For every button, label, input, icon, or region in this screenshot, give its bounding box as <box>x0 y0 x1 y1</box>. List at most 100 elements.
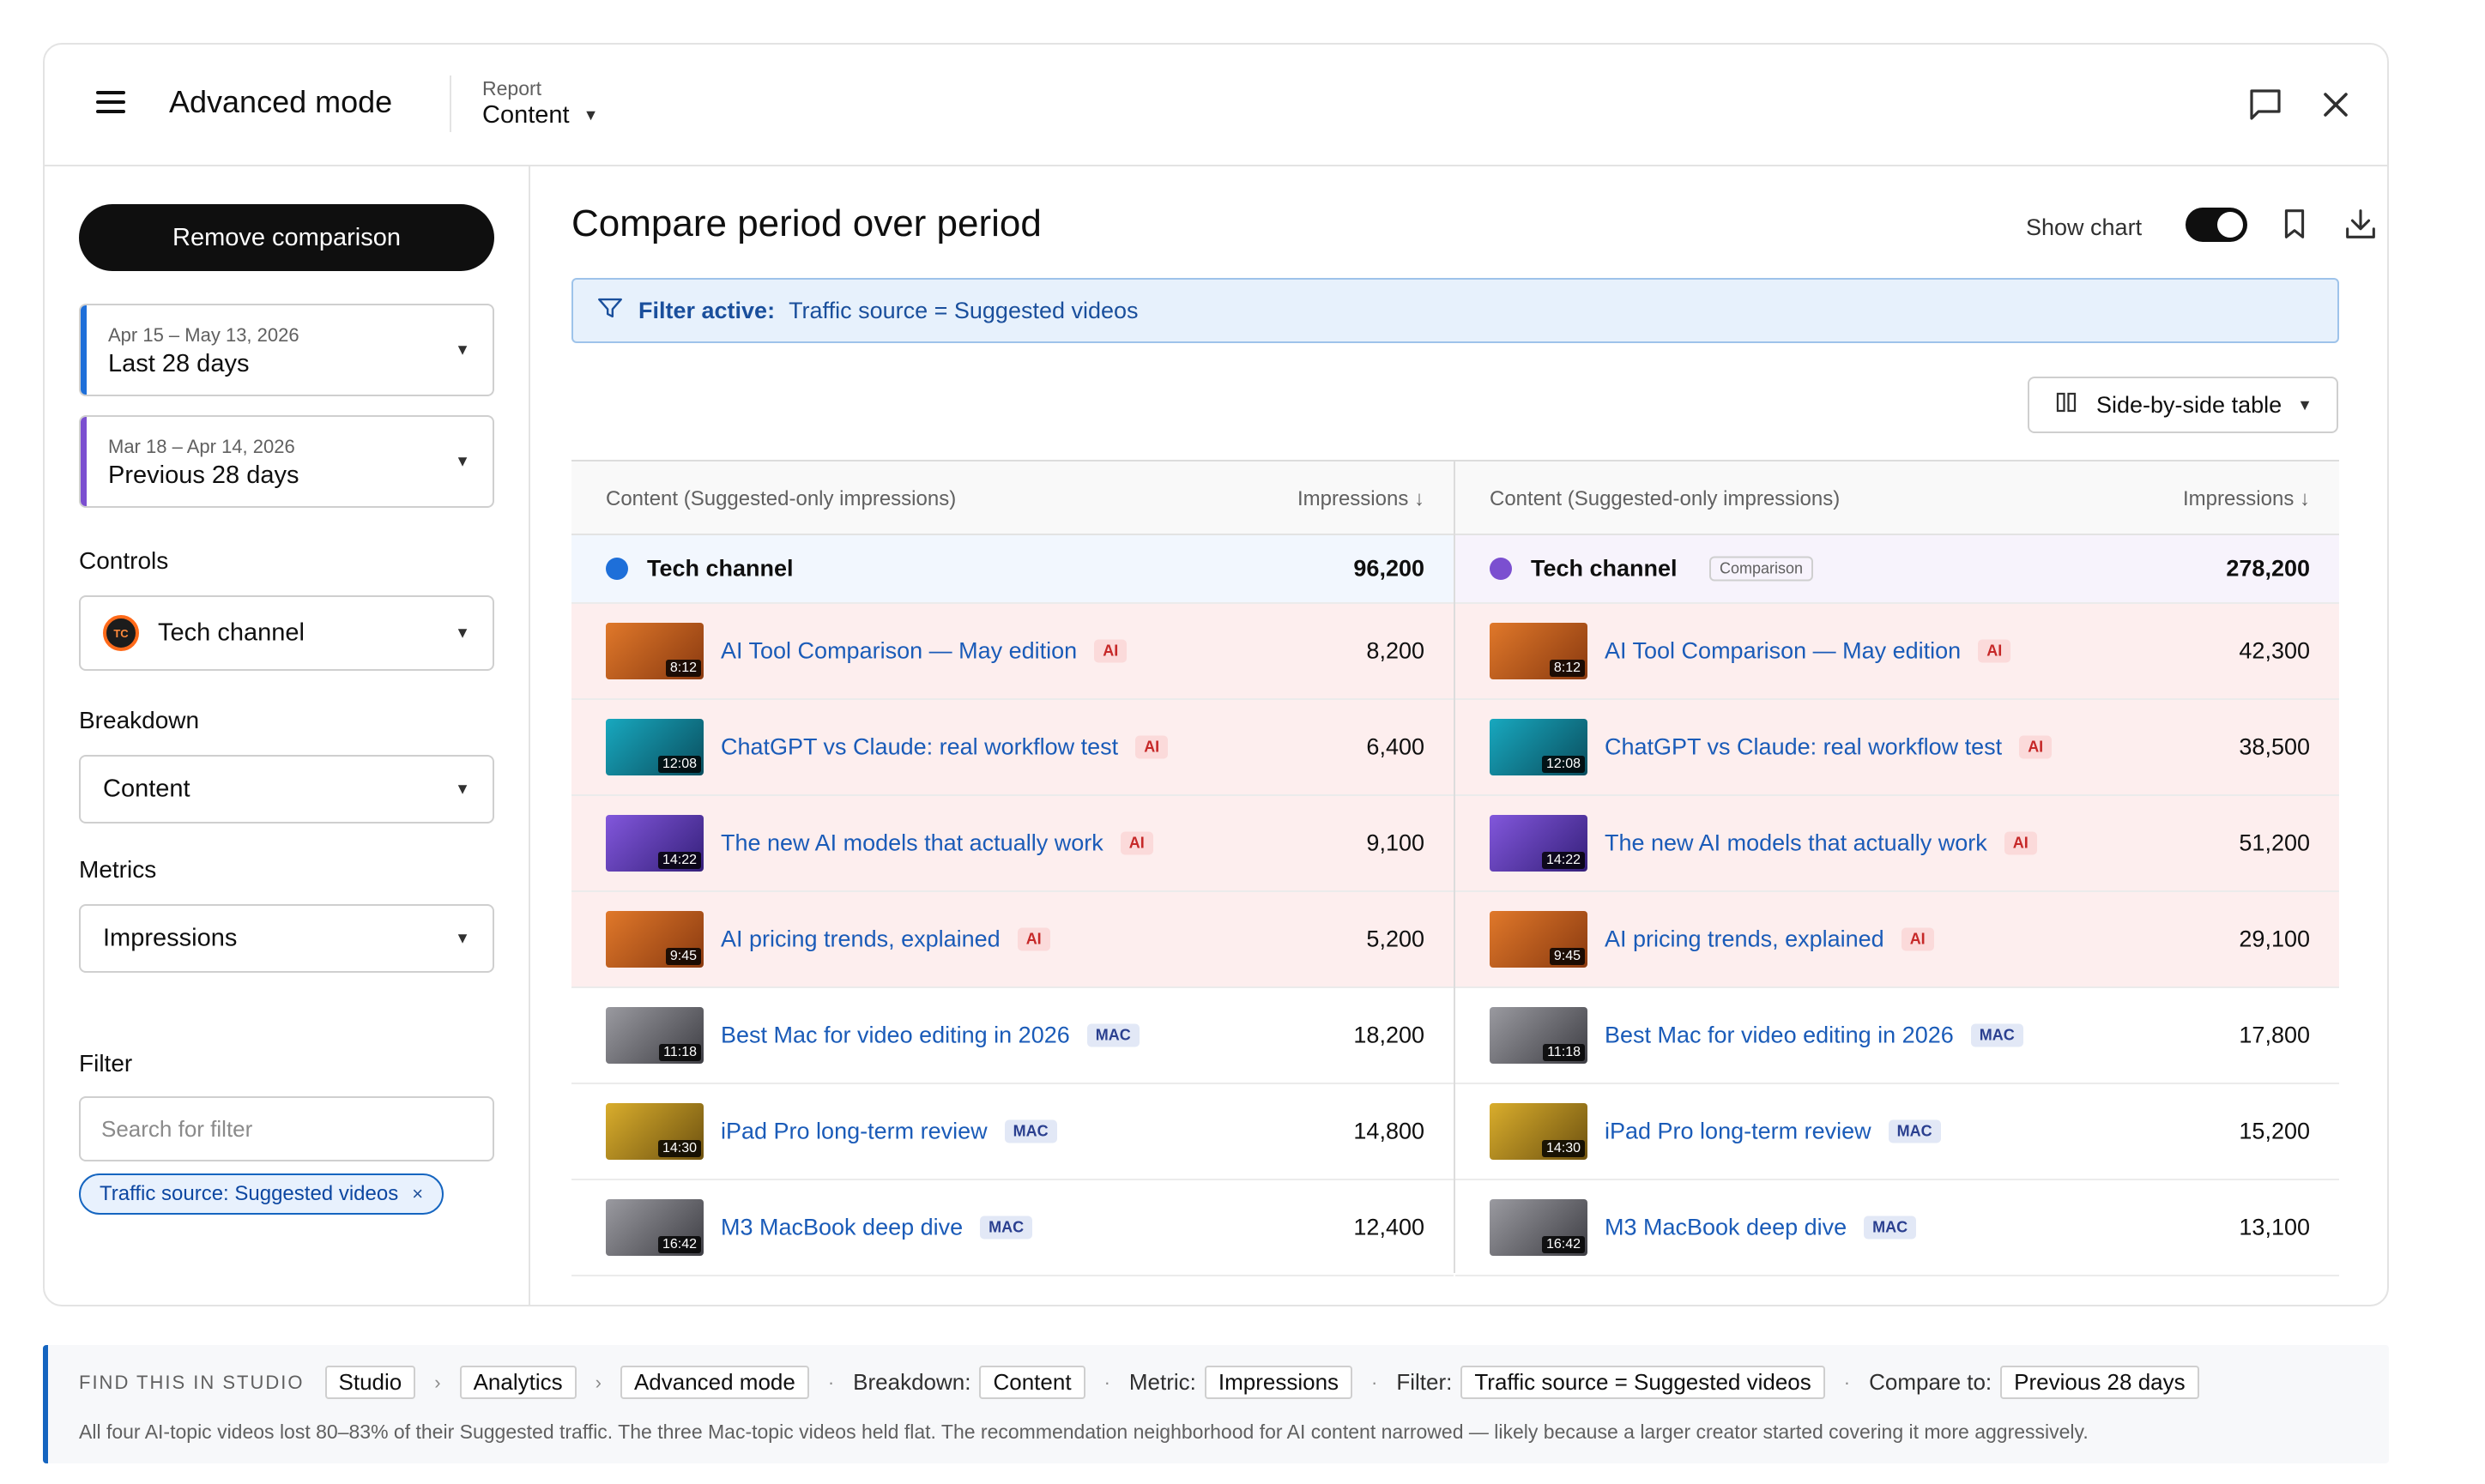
path-dot: · <box>1843 1371 1851 1393</box>
breakdown-select[interactable]: Content ▼ <box>79 755 494 823</box>
hint-heading: FIND THIS IN STUDIO <box>79 1371 305 1393</box>
bookmark-icon[interactable] <box>2275 204 2314 244</box>
channel-total-row: Tech channel 96,200 <box>571 535 1454 604</box>
filter-chip[interactable]: Traffic source: Suggested videos × <box>79 1173 444 1215</box>
primary-period-select[interactable]: Apr 15 – May 13, 2026 Last 28 days ▼ <box>79 304 494 396</box>
column-header-content: Content (Suggested-only impressions) <box>606 487 957 510</box>
video-duration: 8:12 <box>665 660 701 677</box>
table-row: 12:08 ChatGPT vs Claude: real workflow te… <box>1455 700 2339 796</box>
hint-filter-value: Traffic source = Suggested videos <box>1460 1366 1825 1399</box>
table-row: 14:22 The new AI models that actually wor… <box>571 796 1454 892</box>
show-chart-toggle[interactable] <box>2186 208 2247 242</box>
video-title-link[interactable]: iPad Pro long-term review MAC <box>1605 1119 1941 1145</box>
video-duration: 11:18 <box>659 1044 701 1061</box>
video-title-link[interactable]: The new AI models that actually work AI <box>721 830 1153 857</box>
column-header-impressions[interactable]: Impressions ↓ <box>1297 487 1424 511</box>
menu-icon[interactable] <box>94 86 129 120</box>
video-thumbnail[interactable]: 8:12 <box>606 623 704 679</box>
table-header: Content (Suggested-only impressions) Imp… <box>1455 461 2339 535</box>
feedback-icon[interactable] <box>2245 84 2286 125</box>
filter-active-label: Filter active: <box>638 297 776 323</box>
metrics-value: Impressions <box>103 924 238 952</box>
video-title-link[interactable]: iPad Pro long-term review MAC <box>721 1119 1057 1145</box>
video-thumbnail[interactable]: 11:18 <box>606 1007 704 1064</box>
video-thumbnail[interactable]: 14:22 <box>606 815 704 872</box>
video-title-link[interactable]: Best Mac for video editing in 2026 MAC <box>721 1023 1140 1049</box>
studio-path: FIND THIS IN STUDIO Studio › Analytics ›… <box>79 1366 2199 1399</box>
report-select[interactable]: Content ▼ <box>482 101 598 130</box>
video-title-link[interactable]: M3 MacBook deep dive MAC <box>1605 1215 1917 1241</box>
impressions-value: 18,200 <box>1353 1022 1424 1048</box>
remove-comparison-button[interactable]: Remove comparison <box>79 204 494 271</box>
impressions-value: 17,800 <box>2239 1022 2310 1048</box>
insight-note: All four AI-topic videos lost 80–83% of … <box>79 1421 2089 1443</box>
hint-compare-value: Previous 28 days <box>2000 1366 2199 1399</box>
topic-tag: AI <box>1017 927 1050 951</box>
path-chevron: › <box>595 1371 602 1393</box>
filter-icon <box>596 293 625 329</box>
compare-period-select[interactable]: Mar 18 – Apr 14, 2026 Previous 28 days ▼ <box>79 415 494 508</box>
video-title-link[interactable]: ChatGPT vs Claude: real workflow test AI <box>1605 733 2053 761</box>
compare-period-name: Previous 28 days <box>108 461 299 489</box>
close-icon[interactable] <box>2315 84 2356 125</box>
chip-remove-icon[interactable]: × <box>412 1183 423 1205</box>
columns-icon <box>2053 389 2079 421</box>
video-thumbnail[interactable]: 11:18 <box>1490 1007 1587 1064</box>
video-thumbnail[interactable]: 12:08 <box>1490 719 1587 775</box>
video-title-link[interactable]: Best Mac for video editing in 2026 MAC <box>1605 1023 2023 1049</box>
metrics-select[interactable]: Impressions ▼ <box>79 904 494 973</box>
video-title: AI pricing trends, explained <box>721 926 1001 952</box>
video-thumbnail[interactable]: 12:08 <box>606 719 704 775</box>
download-icon[interactable] <box>2341 204 2380 244</box>
video-thumbnail[interactable]: 8:12 <box>1490 623 1587 679</box>
caret-down-icon: ▼ <box>455 452 470 470</box>
video-thumbnail[interactable]: 14:30 <box>1490 1103 1587 1160</box>
video-duration: 12:08 <box>1541 756 1585 773</box>
hint-metric-value: Impressions <box>1204 1366 1353 1399</box>
video-duration: 8:12 <box>1549 660 1585 677</box>
breakdown-label: Breakdown <box>79 707 200 733</box>
video-title: AI Tool Comparison — May edition <box>721 637 1078 664</box>
video-title-link[interactable]: AI pricing trends, explained AI <box>1605 926 1934 953</box>
video-title: AI Tool Comparison — May edition <box>1605 637 1962 664</box>
metrics-label: Metrics <box>79 856 157 883</box>
column-header-impressions[interactable]: Impressions ↓ <box>2183 487 2310 511</box>
sidebar: Remove comparison Apr 15 – May 13, 2026 … <box>45 166 530 1305</box>
video-title-link[interactable]: AI Tool Comparison — May edition AI <box>1605 637 2011 665</box>
table-row: 16:42 M3 MacBook deep dive MAC 13,100 <box>1455 1180 2339 1276</box>
video-thumbnail[interactable]: 9:45 <box>606 911 704 968</box>
video-title-link[interactable]: AI pricing trends, explained AI <box>721 926 1050 953</box>
video-thumbnail[interactable]: 9:45 <box>1490 911 1587 968</box>
video-thumbnail[interactable]: 14:30 <box>606 1103 704 1160</box>
find-in-studio-hint: FIND THIS IN STUDIO Studio › Analytics ›… <box>43 1345 2389 1463</box>
video-title-link[interactable]: ChatGPT vs Claude: real workflow test AI <box>721 734 1169 761</box>
caret-down-icon: ▼ <box>2297 395 2313 413</box>
impressions-value: 13,100 <box>2239 1214 2310 1240</box>
video-duration: 14:30 <box>1541 1140 1585 1157</box>
compare-period-color-bar <box>81 417 87 506</box>
topic-tag: MAC <box>1864 1216 1917 1240</box>
compare-period-dot <box>1490 558 1512 580</box>
primary-period-color-bar <box>81 305 87 395</box>
video-duration: 12:08 <box>657 756 701 773</box>
advanced-mode-panel: Advanced mode Report Content ▼ Remove co… <box>43 43 2389 1306</box>
table-row: 9:45 AI pricing trends, explained AI 5,200 <box>571 892 1454 988</box>
video-title: ChatGPT vs Claude: real workflow test <box>1605 733 2003 760</box>
video-title-link[interactable]: AI Tool Comparison — May edition AI <box>721 637 1128 665</box>
video-title: M3 MacBook deep dive <box>721 1214 964 1240</box>
video-title-link[interactable]: M3 MacBook deep dive MAC <box>721 1214 1033 1241</box>
view-mode-select[interactable]: Side-by-side table ▼ <box>2028 377 2338 433</box>
video-duration: 14:22 <box>657 852 701 869</box>
video-thumbnail[interactable]: 16:42 <box>606 1199 704 1256</box>
video-thumbnail[interactable]: 16:42 <box>1490 1199 1587 1256</box>
report-label: Report <box>482 77 542 100</box>
video-title-link[interactable]: The new AI models that actually work AI <box>1605 830 2037 857</box>
filter-search-input[interactable] <box>79 1096 494 1161</box>
hint-filter-label: Filter: <box>1396 1369 1453 1395</box>
comparison-tables: Content (Suggested-only impressions) Imp… <box>571 460 2339 1276</box>
video-thumbnail[interactable]: 14:22 <box>1490 815 1587 872</box>
channel-select[interactable]: TC Tech channel ▼ <box>79 595 494 671</box>
video-title: The new AI models that actually work <box>721 829 1103 856</box>
table-row: 11:18 Best Mac for video editing in 2026 M… <box>571 988 1454 1084</box>
table-row: 14:30 iPad Pro long-term review MAC 14,800 <box>571 1084 1454 1180</box>
